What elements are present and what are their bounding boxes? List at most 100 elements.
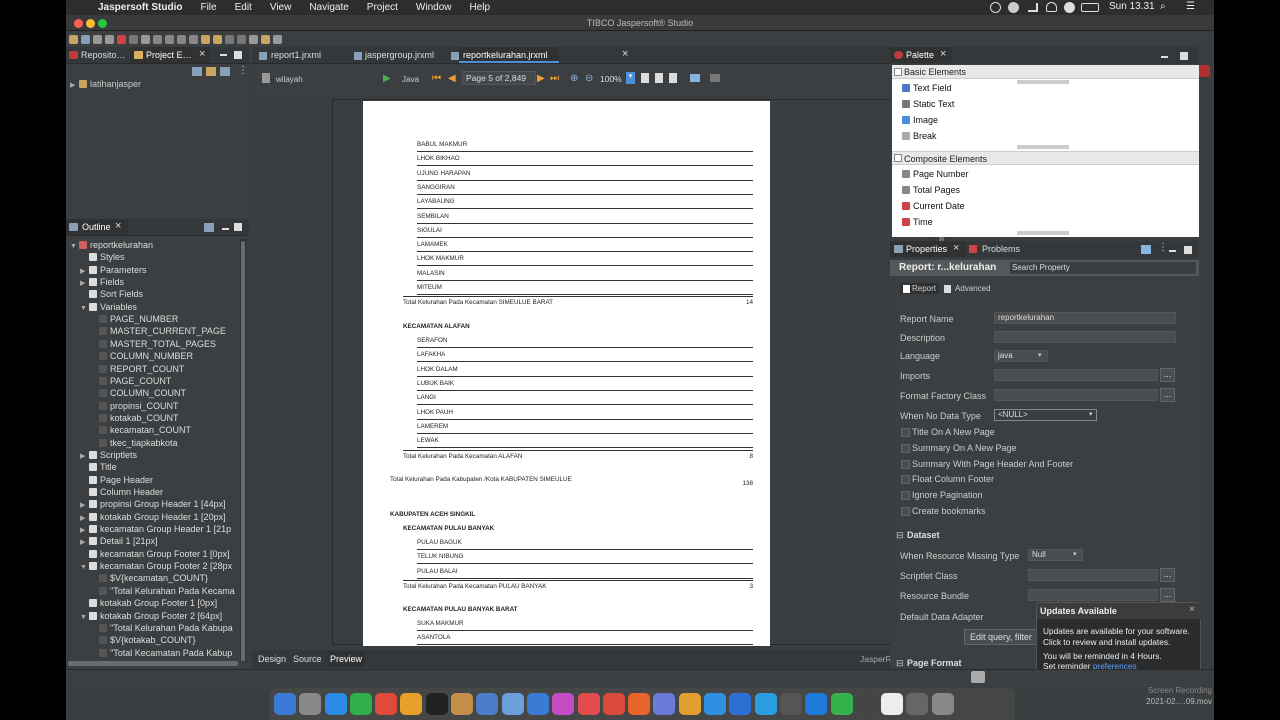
collapse-icon[interactable]: ⊟ [896,658,904,669]
search-property-input[interactable]: Search Property [1010,262,1196,274]
back-icon[interactable] [201,34,210,44]
collapse-icon[interactable]: ⊟ [896,530,904,541]
palette-item-current-date[interactable]: Current Date [902,198,965,214]
dock-app-icon[interactable] [526,693,549,715]
page-indicator[interactable]: Page 5 of 2,849 [462,71,536,85]
minimize-window-button[interactable] [86,19,95,28]
wifi-icon[interactable] [1046,2,1057,12]
redo-icon[interactable] [273,34,282,44]
dock-app-icon[interactable] [906,693,929,715]
palette-item-static-text[interactable]: Static Text [902,96,954,112]
dataset-select[interactable]: wilayah [276,75,303,84]
forward-icon[interactable] [213,34,222,44]
close-icon[interactable]: × [199,48,205,60]
dock-app-icon[interactable] [476,693,499,715]
fit-page-icon[interactable] [655,73,663,83]
outline-item[interactable]: ▶ Detail 1 [21px] [80,535,158,547]
palette-item-total-pages[interactable]: Total Pages [902,182,960,198]
outline-item[interactable]: kotakab Group Footer 1 [0px] [80,597,217,609]
zoom-dropdown-icon[interactable]: ▾ [626,72,635,84]
dock-app-icon[interactable] [299,693,322,715]
checkbox[interactable] [901,507,910,516]
outline-item[interactable]: Page Header [80,474,153,486]
view-menu-icon[interactable]: ⋮ [238,65,248,76]
checkbox[interactable] [901,443,910,453]
menu-file[interactable]: File [200,2,216,13]
outline-item[interactable]: ▶ Scriptlets [80,449,137,461]
outline-item[interactable]: Column Header [80,486,163,498]
imports-browse-button[interactable]: ... [1160,368,1175,382]
publish-icon[interactable] [141,34,150,44]
description-input[interactable] [994,331,1176,343]
minimize-icon[interactable] [1161,56,1168,58]
dock-app-icon[interactable] [425,693,448,715]
stop-icon[interactable] [117,34,126,44]
dock-app-icon[interactable] [349,693,372,715]
tab-preview[interactable]: Preview [327,651,366,667]
outline-thumbnail-icon[interactable] [204,223,214,232]
checkbox-label[interactable]: Float Column Footer [912,474,994,484]
dock-app-icon[interactable] [830,693,853,715]
outline-item[interactable]: kecamatan Group Footer 1 [0px] [80,548,230,560]
align-center-icon[interactable] [165,34,174,44]
checkbox-label[interactable]: Summary With Page Header And Footer [912,459,1073,469]
scriptlet-browse-button[interactable]: ... [1160,568,1175,582]
close-icon[interactable]: × [115,220,121,232]
outline-item[interactable]: ▶ kecamatan Group Header 1 [21p [80,523,231,535]
dock-app-icon[interactable] [805,693,828,715]
composite-elements-header[interactable]: Composite Elements [892,151,1199,165]
undo-icon[interactable] [261,34,270,44]
outline-item[interactable]: ▶ Fields [80,276,124,288]
dock-app-icon[interactable] [274,693,296,715]
control-center-icon[interactable]: ☰ [1186,1,1195,12]
outline-item[interactable]: ▼ kotakab Group Footer 2 [64px] [80,610,222,622]
palette-item-image[interactable]: Image [902,112,938,128]
outline-item[interactable]: ▶ propinsi Group Header 1 [44px] [80,498,226,510]
link-editor-icon[interactable] [206,67,216,76]
outline-item[interactable]: PAGE_NUMBER [90,313,178,325]
tab-design[interactable]: Design [258,654,286,664]
outline-item[interactable]: "Total Kelurahan Pada Kabupa [90,622,233,634]
compile-icon[interactable] [129,34,138,44]
dock-app-icon[interactable] [577,693,600,715]
outline-item[interactable]: MASTER_CURRENT_PAGE [90,325,226,337]
align-left-icon[interactable] [153,34,162,44]
dock-app-icon[interactable] [552,693,575,715]
palette-item-time[interactable]: Time [902,214,933,230]
minimize-icon[interactable] [220,54,227,56]
dock-app-icon[interactable] [704,693,727,715]
outline-item[interactable]: PAGE_COUNT [90,375,171,387]
menu-help[interactable]: Help [470,2,491,13]
dock-app-icon[interactable] [501,693,524,715]
first-page-icon[interactable]: ⏮ [432,73,441,84]
close-icon[interactable]: × [953,242,959,254]
tab-problems[interactable]: Problems [968,241,1028,257]
maximize-icon[interactable] [1184,246,1192,254]
zoom-window-button[interactable] [98,19,107,28]
outline-hscrollbar[interactable] [68,661,238,666]
menu-view[interactable]: View [270,2,292,13]
app-menu[interactable]: Jaspersoft Studio [98,2,182,13]
resource-bundle-input[interactable] [1028,589,1158,601]
tab-report1[interactable]: report1.jrxml [264,47,349,63]
dock-app-icon[interactable] [779,693,802,715]
outline-scrollbar-thumb[interactable] [241,241,245,661]
outline-scrollbar[interactable] [240,239,246,661]
run-icon[interactable]: ▶ [383,73,391,84]
outline-item[interactable]: ▼ Variables [80,301,137,313]
tab-jaspergroup[interactable]: jaspergroup.jrxml [362,47,454,63]
dock-app-icon[interactable] [678,693,701,715]
menu-navigate[interactable]: Navigate [309,2,348,13]
zoom-in-icon[interactable]: ⊕ [570,73,578,84]
checkbox[interactable] [901,459,910,469]
outline-item[interactable]: "Total Kecamatan Pada Kabup [90,647,232,659]
palette-item-text-field[interactable]: Text Field [902,80,952,96]
dock-app-icon[interactable] [375,693,398,715]
expand-arrow-icon[interactable]: ▼ [80,562,89,574]
dock-app-icon[interactable] [602,693,625,715]
dock-app-icon[interactable] [881,693,904,715]
view-menu-icon[interactable]: ⋮ [1158,242,1168,253]
outline-item[interactable]: propinsi_COUNT [90,400,179,412]
expand-arrow-icon[interactable]: ▼ [70,241,79,253]
outline-item[interactable]: kecamatan_COUNT [90,424,191,436]
